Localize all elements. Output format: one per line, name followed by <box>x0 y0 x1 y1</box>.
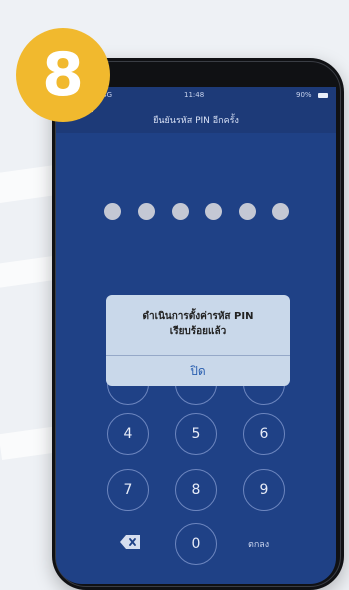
pin-dot <box>104 203 121 220</box>
pin-dot <box>172 203 189 220</box>
keypad-key-6[interactable]: 6 <box>243 413 285 455</box>
dialog-message-line2: เรียบร้อยแล้ว <box>169 326 227 337</box>
page-title: ยืนยันรหัส PIN อีกครั้ง <box>153 116 239 126</box>
confirm-button[interactable]: ตกลง <box>248 537 269 551</box>
dialog-message-line1: ดำเนินการตั้งค่ารหัส PIN <box>142 311 254 322</box>
keypad-key-9[interactable]: 9 <box>243 469 285 511</box>
battery-icon <box>318 93 328 98</box>
pin-dot <box>205 203 222 220</box>
pin-dot <box>239 203 256 220</box>
dialog-message: ดำเนินการตั้งค่ารหัส PIN เรียบร้อยแล้ว <box>106 309 290 339</box>
pin-dot <box>138 203 155 220</box>
keypad-key-7[interactable]: 7 <box>107 469 149 511</box>
battery-percent: 90% <box>296 91 312 99</box>
keypad-key-0[interactable]: 0 <box>175 523 217 565</box>
status-time: 11:48 <box>184 91 205 99</box>
success-dialog: ดำเนินการตั้งค่ารหัส PIN เรียบร้อยแล้ว ป… <box>106 295 290 386</box>
pin-dot <box>272 203 289 220</box>
dialog-divider <box>106 355 290 356</box>
backspace-icon[interactable] <box>120 535 140 549</box>
close-button[interactable]: ปิด <box>106 357 290 386</box>
keypad-key-5[interactable]: 5 <box>175 413 217 455</box>
keypad-key-4[interactable]: 4 <box>107 413 149 455</box>
step-badge: 8 <box>16 28 110 122</box>
keypad-key-8[interactable]: 8 <box>175 469 217 511</box>
